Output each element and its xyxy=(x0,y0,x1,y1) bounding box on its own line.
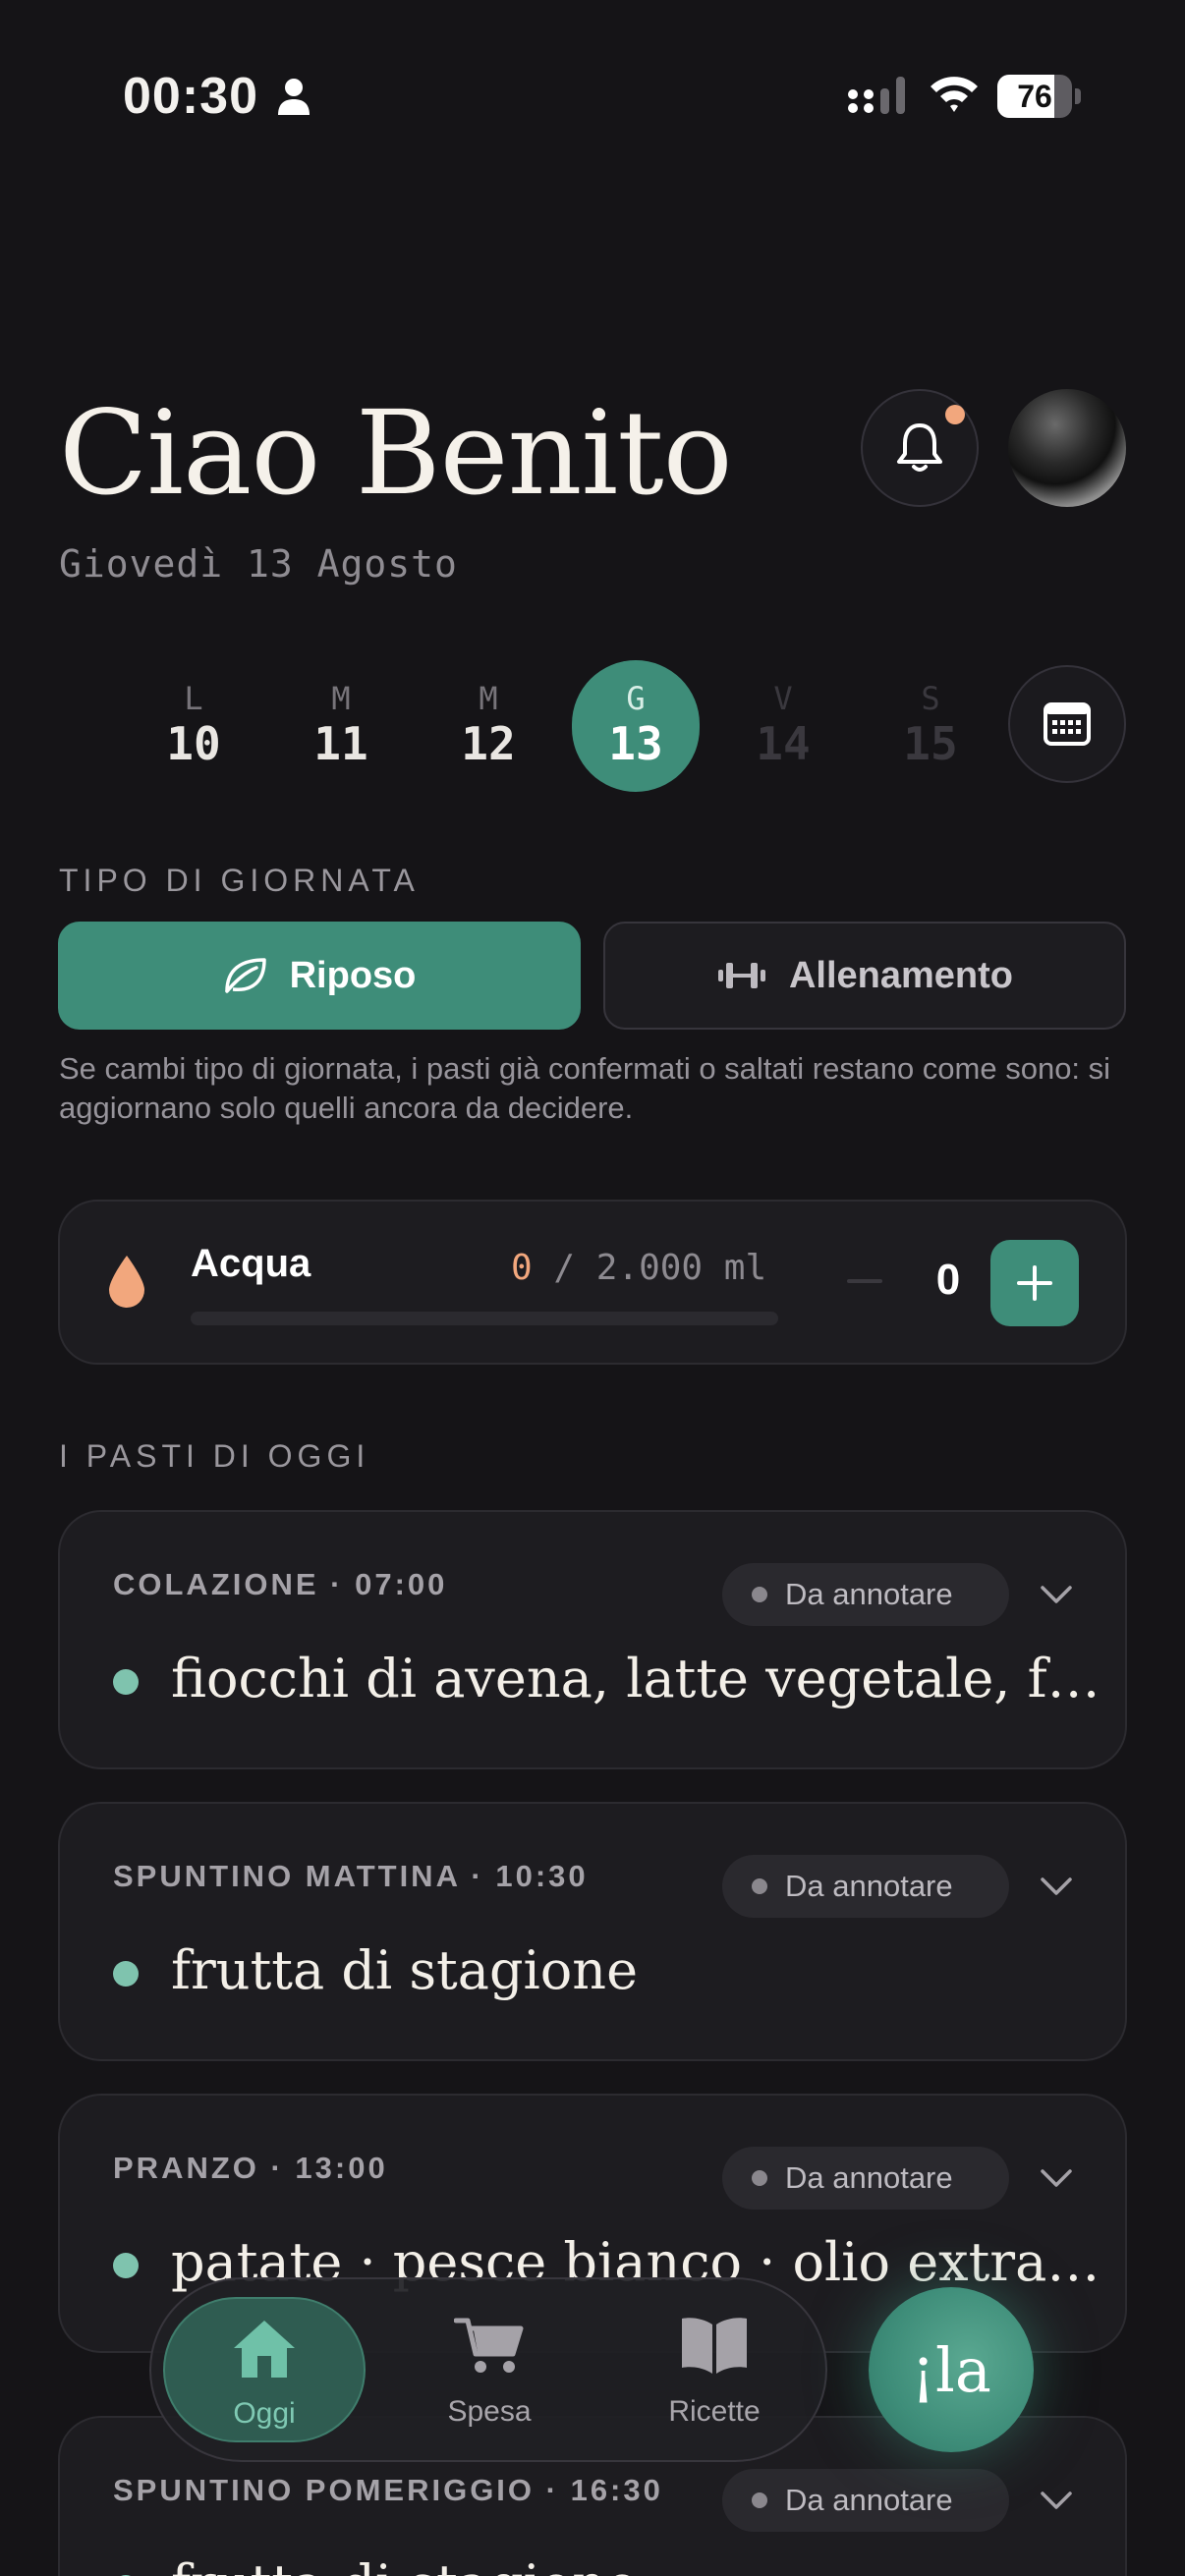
status-badge-label: Da annotare xyxy=(785,2160,953,2195)
meal-name: PRANZO · 13:00 xyxy=(113,2151,388,2185)
status-badge: Da annotare xyxy=(722,1855,1009,1918)
leaf-icon xyxy=(224,958,266,993)
water-amount: 0 / 2.000 ml xyxy=(511,1248,766,1288)
water-progress-bar xyxy=(191,1312,778,1325)
bell-icon xyxy=(897,423,942,472)
status-badge-label: Da annotare xyxy=(785,1577,953,1611)
water-decrease-button[interactable] xyxy=(833,1240,896,1322)
date-subtitle: Giovedì 13 Agosto xyxy=(59,542,458,586)
assistant-fab-button[interactable]: ¡la xyxy=(869,2287,1034,2452)
meals-section-label: I PASTI DI OGGI xyxy=(59,1438,370,1474)
day-type-label: TIPO DI GIORNATA xyxy=(59,863,420,898)
day-number: 14 xyxy=(756,717,811,770)
status-badge: Da annotare xyxy=(722,2147,1009,2210)
meal-card-colazione[interactable]: COLAZIONE · 07:00 Da annotare fiocchi di… xyxy=(58,1510,1127,1769)
day-13-selected[interactable]: G 13 xyxy=(572,660,700,792)
day-number: 15 xyxy=(903,717,958,770)
day-15[interactable]: S 15 xyxy=(867,660,994,792)
avatar[interactable] xyxy=(1008,389,1126,507)
day-14[interactable]: V 14 xyxy=(719,660,847,792)
day-number: 12 xyxy=(461,717,516,770)
notifications-button[interactable] xyxy=(861,389,979,507)
nav-label: Spesa xyxy=(447,2395,532,2428)
water-glass-count: 0 xyxy=(935,1256,961,1304)
meal-status-dot xyxy=(113,2253,139,2278)
water-target: / 2.000 ml xyxy=(553,1248,767,1288)
training-day-label: Allenamento xyxy=(788,954,1014,996)
minus-icon xyxy=(847,1279,882,1283)
day-letter: S xyxy=(921,680,940,717)
status-badge-label: Da annotare xyxy=(785,2483,953,2517)
day-number: 13 xyxy=(608,717,663,770)
day-letter: M xyxy=(331,680,351,717)
home-icon xyxy=(234,2321,295,2378)
book-icon xyxy=(682,2318,747,2374)
cellular-signal-icon xyxy=(848,77,905,114)
day-letter: V xyxy=(773,680,793,717)
chevron-down-icon[interactable] xyxy=(1037,1575,1076,1614)
day-letter: M xyxy=(479,680,498,717)
day-11[interactable]: M 11 xyxy=(277,660,405,792)
dumbbell-icon xyxy=(717,963,765,988)
water-title: Acqua xyxy=(191,1242,311,1285)
nav-item-oggi[interactable]: Oggi xyxy=(163,2297,366,2442)
day-letter: G xyxy=(626,680,646,717)
status-time: 00:30 xyxy=(123,68,258,125)
status-badge-label: Da annotare xyxy=(785,1869,953,1903)
notification-dot xyxy=(945,405,965,424)
water-current: 0 xyxy=(511,1248,533,1288)
meal-description: fiocchi di avena, latte vegetale, frutta… xyxy=(171,1648,1104,1709)
rest-day-label: Riposo xyxy=(289,954,417,996)
water-drop-icon xyxy=(109,1256,144,1308)
day-letter: L xyxy=(184,680,203,717)
meal-status-dot xyxy=(113,1669,139,1695)
meal-card-spuntino-mattina[interactable]: SPUNTINO MATTINA · 10:30 Da annotare fru… xyxy=(58,1802,1127,2061)
nav-label: Oggi xyxy=(233,2397,296,2430)
page-title: Ciao Benito xyxy=(59,385,733,521)
shopping-cart-icon xyxy=(454,2318,524,2373)
plus-icon xyxy=(1017,1265,1052,1301)
day-12[interactable]: M 12 xyxy=(424,660,552,792)
chevron-down-icon[interactable] xyxy=(1037,2481,1076,2520)
nav-item-spesa[interactable]: Spesa xyxy=(388,2297,591,2442)
rest-day-button[interactable]: Riposo xyxy=(58,922,581,1030)
water-increase-button[interactable] xyxy=(990,1240,1079,1326)
meal-name: COLAZIONE · 07:00 xyxy=(113,1567,448,1601)
training-day-button[interactable]: Allenamento xyxy=(603,922,1126,1030)
calendar-button[interactable] xyxy=(1008,665,1126,783)
status-badge: Da annotare xyxy=(722,2469,1009,2532)
meal-status-dot xyxy=(113,1961,139,1987)
person-icon xyxy=(278,79,310,115)
day-10[interactable]: L 10 xyxy=(130,660,257,792)
day-number: 10 xyxy=(166,717,221,770)
calendar-icon xyxy=(1044,702,1091,746)
nav-item-ricette[interactable]: Ricette xyxy=(613,2297,816,2442)
nav-label: Ricette xyxy=(668,2395,761,2428)
day-number: 11 xyxy=(313,717,368,770)
meal-name: SPUNTINO POMERIGGIO · 16:30 xyxy=(113,2473,663,2507)
chevron-down-icon[interactable] xyxy=(1037,2158,1076,2198)
meal-description: frutta di stagione xyxy=(171,2553,1104,2576)
status-badge: Da annotare xyxy=(722,1563,1009,1626)
battery-indicator: 76 xyxy=(997,75,1081,118)
wifi-icon xyxy=(931,77,978,112)
meal-description: frutta di stagione xyxy=(171,1939,639,2001)
day-type-note: Se cambi tipo di giornata, i pasti già c… xyxy=(59,1051,1111,1125)
chevron-down-icon[interactable] xyxy=(1037,1867,1076,1906)
meal-name: SPUNTINO MATTINA · 10:30 xyxy=(113,1859,589,1893)
battery-percent: 76 xyxy=(1017,79,1052,114)
